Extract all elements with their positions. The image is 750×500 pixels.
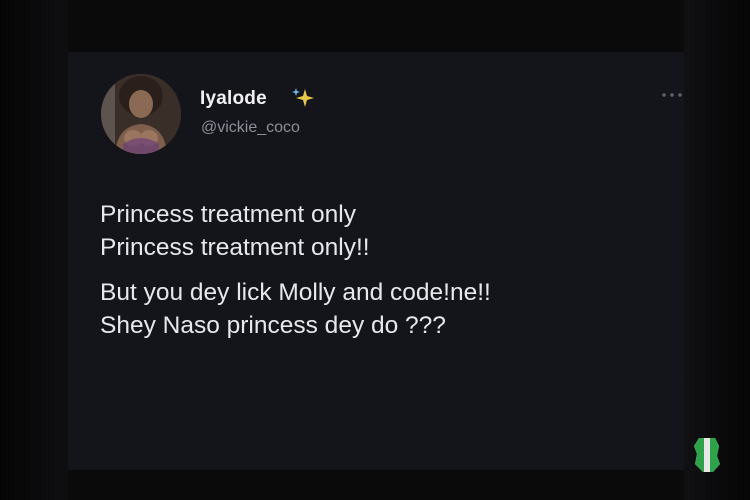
more-horizontal-icon[interactable] [660, 90, 684, 100]
tweet-paragraph: But you dey lick Molly and code!ne!! She… [100, 276, 670, 342]
map-logo-icon [694, 438, 720, 472]
avatar[interactable] [101, 74, 181, 154]
avatar-photo [101, 74, 181, 154]
left-letterbox [0, 0, 68, 500]
tweet-line: Princess treatment only [100, 201, 356, 228]
tweet-text: Princess treatment only Princess treatme… [100, 198, 670, 342]
right-letterbox [684, 0, 750, 500]
tweet-line: Shey Naso princess dey do ??? [100, 312, 446, 339]
sparkles-icon [292, 88, 314, 107]
user-handle[interactable]: @vickie_coco [201, 119, 300, 137]
tweet-line: But you dey lick Molly and code!ne!! [100, 279, 491, 306]
tweet-card: Iyalode @vickie_coco Princess treatment … [68, 52, 684, 470]
screenshot-frame: Iyalode @vickie_coco Princess treatment … [0, 0, 750, 500]
bottom-letterbox [68, 470, 684, 500]
top-letterbox [68, 0, 684, 52]
tweet-paragraph: Princess treatment only Princess treatme… [100, 198, 670, 264]
display-name[interactable]: Iyalode [200, 88, 267, 110]
tweet-line: Princess treatment only!! [100, 234, 370, 261]
